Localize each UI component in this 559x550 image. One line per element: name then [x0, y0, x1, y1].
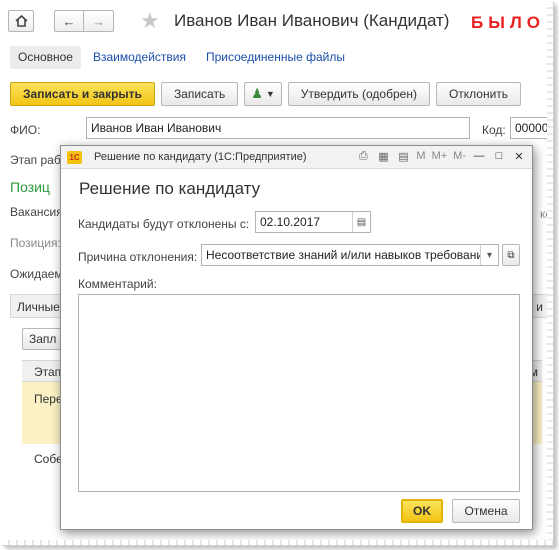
- torn-edge-bottom: [2, 540, 553, 545]
- dialog-window-title: Решение по кандидату (1С:Предприятие): [94, 151, 307, 163]
- grid-header-stage: Этап: [34, 365, 62, 379]
- form-title: Иванов Иван Иванович (Кандидат): [174, 11, 450, 30]
- vacancy-label: Вакансия: [10, 205, 63, 219]
- print-icon[interactable]: ⎙: [356, 149, 370, 163]
- fio-label: ФИО:: [10, 123, 41, 137]
- 1c-logo-icon: 1C: [67, 150, 82, 164]
- expected-label: Ожидаем: [10, 267, 63, 281]
- reason-value: Несоответствие знаний и/или навыков треб…: [206, 248, 484, 262]
- stamp-label: БЫЛО: [471, 13, 546, 32]
- comment-label: Комментарий:: [78, 277, 157, 291]
- position-label: Позиция:: [10, 236, 61, 250]
- approve-button[interactable]: Утвердить (одобрен): [287, 82, 430, 106]
- stage-label: Этап раб: [10, 153, 61, 167]
- tabs-right-fragment: и: [536, 300, 543, 314]
- add-user-menu-button[interactable]: ♟ ▼: [244, 82, 282, 106]
- calendar-icon[interactable]: ▤: [352, 212, 370, 232]
- star-icon[interactable]: ★: [140, 8, 160, 34]
- back-arrow-icon: ←: [62, 13, 76, 29]
- grid-row-stage: Собе: [34, 452, 63, 466]
- background-paper: ← → ★ Иванов Иван Иванович (Кандидат) БЫ…: [2, 2, 554, 546]
- form-header: ← → ★ Иванов Иван Иванович (Кандидат) БЫ…: [2, 2, 553, 40]
- home-button[interactable]: [8, 10, 34, 32]
- code-label: Код:: [482, 123, 506, 137]
- form-tabs: Основное Взаимодействия Присоединенные ф…: [10, 46, 357, 69]
- dropdown-icon[interactable]: ▾: [480, 245, 498, 265]
- dialog-heading: Решение по кандидату: [79, 179, 261, 198]
- reject-date-label: Кандидаты будут отклонены с:: [78, 217, 250, 231]
- minimize-icon[interactable]: —: [472, 149, 486, 163]
- forward-arrow-icon: →: [92, 13, 105, 29]
- command-bar: Записать и закрыть Записать ♟ ▼ Утвердит…: [10, 82, 522, 106]
- cancel-button[interactable]: Отмена: [452, 499, 520, 523]
- torn-edge-right: [547, 2, 553, 545]
- forward-button[interactable]: →: [84, 10, 114, 32]
- chevron-down-icon: ▼: [265, 89, 275, 99]
- reject-date-value: 02.10.2017: [260, 215, 321, 229]
- reason-label: Причина отклонения:: [78, 250, 198, 264]
- ok-button[interactable]: OK: [401, 499, 443, 523]
- comment-textarea[interactable]: [78, 294, 520, 492]
- save-button[interactable]: Записать: [160, 82, 239, 106]
- open-reason-button[interactable]: ⧉: [502, 244, 520, 266]
- add-user-icon: ♟: [251, 86, 263, 101]
- reject-button[interactable]: Отклонить: [435, 82, 522, 106]
- dialog-titlebar: 1C Решение по кандидату (1С:Предприятие)…: [61, 146, 532, 169]
- close-icon[interactable]: ✕: [512, 149, 526, 163]
- home-icon: [14, 15, 28, 27]
- calculator-icon[interactable]: ▦: [376, 149, 390, 163]
- back-button[interactable]: ←: [54, 10, 84, 32]
- rejection-dialog: 1C Решение по кандидату (1С:Предприятие)…: [60, 145, 533, 530]
- reject-date-field[interactable]: 02.10.2017 ▤: [255, 211, 371, 233]
- tab-interactions[interactable]: Взаимодействия: [85, 46, 194, 69]
- tab-main[interactable]: Основное: [10, 46, 81, 69]
- save-and-close-button[interactable]: Записать и закрыть: [10, 82, 155, 106]
- titlebar-icons: ⎙ ▦ ▤ M M+ M- — □ ✕: [356, 149, 526, 163]
- fio-field[interactable]: Иванов Иван Иванович: [86, 117, 470, 139]
- tab-attached-files[interactable]: Присоединенные файлы: [198, 46, 353, 69]
- grid-row-stage: Пере: [34, 392, 63, 406]
- memory-plus-button[interactable]: M+: [432, 150, 448, 162]
- memory-m-button[interactable]: M: [416, 150, 425, 162]
- reason-field[interactable]: Несоответствие знаний и/или навыков треб…: [201, 244, 499, 266]
- maximize-icon[interactable]: □: [492, 149, 506, 163]
- memory-minus-button[interactable]: M-: [453, 150, 466, 162]
- calendar-icon[interactable]: ▤: [396, 149, 410, 163]
- tab-personal[interactable]: Личные: [17, 300, 60, 314]
- open-icon: ⧉: [507, 249, 515, 261]
- position-section-heading: Позиц: [10, 179, 50, 195]
